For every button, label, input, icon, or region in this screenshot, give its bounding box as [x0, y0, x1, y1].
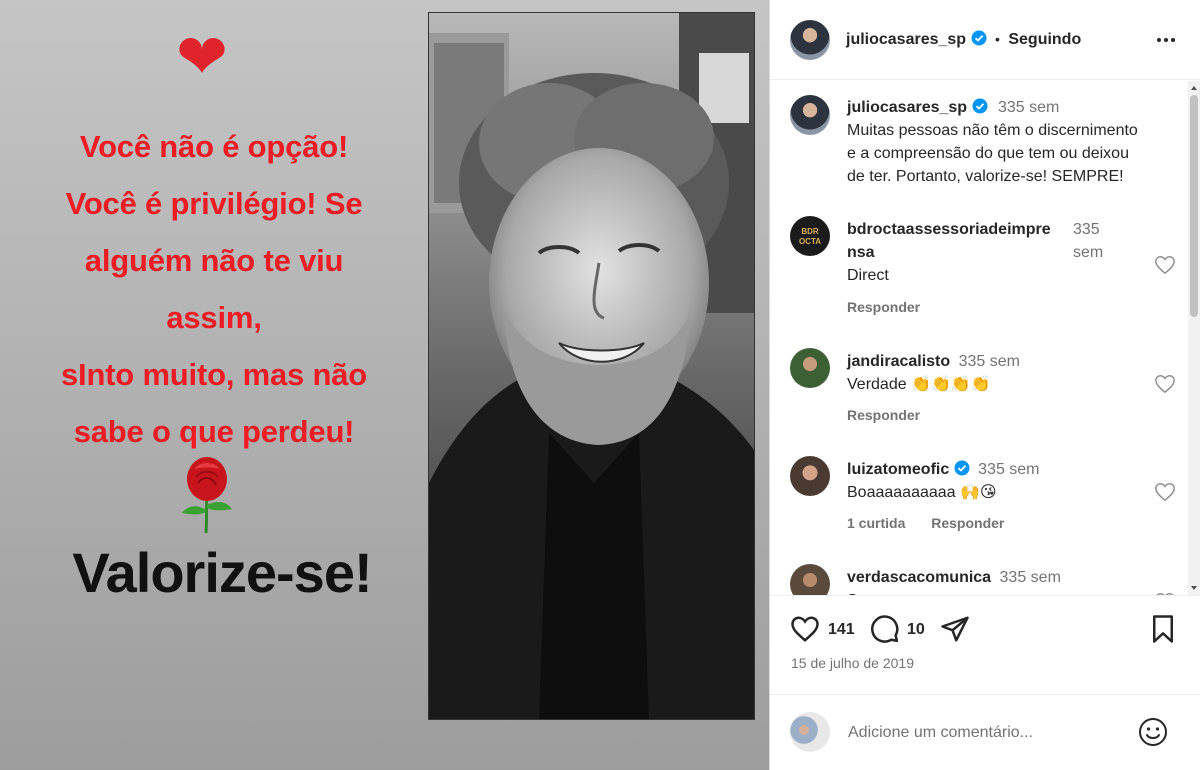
- comment-like-heart-icon[interactable]: [1154, 373, 1176, 395]
- like-heart-icon[interactable]: [790, 614, 820, 644]
- like-count[interactable]: 141: [828, 621, 855, 639]
- comment-username[interactable]: luizatomeofic: [847, 461, 949, 478]
- more-options-icon[interactable]: [1154, 28, 1178, 52]
- comment-bubble-icon[interactable]: [870, 614, 900, 644]
- comment-count: 10: [907, 621, 925, 638]
- quote-line: alguém não te viu: [84, 243, 344, 278]
- caption-username[interactable]: juliocasares_sp: [847, 99, 967, 116]
- comment-item: verdascacomunica 335 sem S: [770, 561, 1200, 595]
- scroll-up-arrow-icon[interactable]: [1190, 84, 1198, 92]
- reply-button[interactable]: Responder: [847, 299, 920, 315]
- post-actions: 141 10 15 de julho de 2019: [770, 595, 1200, 695]
- add-comment-bar: [770, 694, 1200, 770]
- comment-likes-count[interactable]: 1 curtida: [847, 515, 905, 531]
- quote-line: Você é privilégio! Se: [65, 186, 363, 221]
- comment-time: 335 sem: [978, 461, 1040, 478]
- save-bookmark-icon[interactable]: [1148, 614, 1178, 644]
- comment-time: 335 sem: [999, 569, 1061, 586]
- comment-item: jandiracalisto 335 sem Verdade 👏👏👏👏 Resp…: [770, 345, 1200, 435]
- comment-text: Direct: [847, 267, 889, 284]
- comment-avatar[interactable]: [790, 348, 830, 388]
- comment-username-cont[interactable]: nsa: [847, 241, 1051, 264]
- comment-username[interactable]: bdroctaassessoriadeimpre: [847, 218, 1051, 241]
- post-header: juliocasares_sp • Seguindo: [770, 0, 1200, 80]
- comment-avatar[interactable]: [790, 456, 830, 496]
- share-paper-plane-icon[interactable]: [940, 614, 970, 644]
- caption-line: e a compreensão do que tem ou deixou: [847, 145, 1129, 162]
- comment-time-cont: sem: [1073, 244, 1104, 261]
- verified-badge-icon: [954, 460, 970, 476]
- comment-like-heart-icon[interactable]: [1154, 254, 1176, 276]
- quote-line: sInto muito, mas não: [60, 357, 368, 392]
- post-side-panel: juliocasares_sp • Seguindo juliocasares_…: [770, 0, 1200, 770]
- following-button[interactable]: Seguindo: [1008, 31, 1081, 48]
- comment-text: Boaaaaaaaaaa 🙌😘: [847, 484, 997, 501]
- post-date[interactable]: 15 de julho de 2019: [791, 655, 914, 671]
- caption-line: Muitas pessoas não têm o discernimento: [847, 122, 1138, 139]
- quote-line: sabe o que perdeu!: [73, 414, 355, 449]
- comment-username[interactable]: jandiracalisto: [847, 353, 950, 370]
- comment-item: BDR OCTA bdroctaassessoriadeimpre nsa 33…: [770, 211, 1200, 321]
- comments-list[interactable]: juliocasares_sp 335 sem Muitas pessoas n…: [770, 81, 1200, 595]
- separator-dot: •: [994, 31, 1000, 47]
- author-avatar[interactable]: [790, 20, 830, 60]
- comment-avatar[interactable]: BDR OCTA: [790, 216, 830, 256]
- caption-time: 335 sem: [997, 99, 1060, 116]
- portrait-photo: [428, 12, 755, 720]
- comment-like-heart-icon[interactable]: [1154, 481, 1176, 503]
- scrollbar-thumb[interactable]: [1190, 95, 1198, 317]
- comments-scrollbar[interactable]: [1188, 81, 1200, 595]
- comment-text: Verdade 👏👏👏👏: [847, 376, 991, 393]
- add-comment-input[interactable]: [848, 719, 1118, 747]
- quote-line: Você não é opção!: [79, 129, 349, 164]
- reply-button[interactable]: Responder: [847, 407, 920, 423]
- scroll-down-arrow-icon[interactable]: [1190, 584, 1198, 592]
- emoji-smiley-icon[interactable]: [1137, 716, 1169, 748]
- quote-line: assim,: [166, 300, 262, 335]
- author-username[interactable]: juliocasares_sp: [846, 31, 966, 48]
- comment-username[interactable]: verdascacomunica: [847, 569, 991, 586]
- caption-line: de ter. Portanto, valorize-se! SEMPRE!: [847, 168, 1124, 185]
- comment-item: luizatomeofic 335 sem Boaaaaaaaaaa 🙌😘 1 …: [770, 453, 1200, 543]
- comment-time: 335: [1073, 221, 1100, 238]
- comment-time: 335 sem: [958, 353, 1020, 370]
- quote-text: Você não é opção! Você é privilégio! Se …: [14, 118, 414, 460]
- heart-emoji: ❤: [176, 20, 228, 93]
- current-user-avatar: [790, 712, 830, 752]
- caption-avatar[interactable]: [790, 95, 830, 135]
- verified-badge-icon: [972, 98, 988, 114]
- post-media: ❤ Você não é opção! Você é privilégio! S…: [0, 0, 770, 770]
- headline-text: Valorize-se!: [72, 541, 372, 604]
- caption: juliocasares_sp 335 sem Muitas pessoas n…: [770, 81, 1200, 211]
- portrait-illustration: [429, 13, 754, 719]
- caption-text: Muitas pessoas não têm o discernimento e…: [847, 119, 1138, 188]
- rose-emoji: [182, 457, 232, 534]
- comment-avatar[interactable]: [790, 564, 830, 595]
- verified-badge-icon: [971, 30, 987, 46]
- reply-button[interactable]: Responder: [931, 515, 1004, 531]
